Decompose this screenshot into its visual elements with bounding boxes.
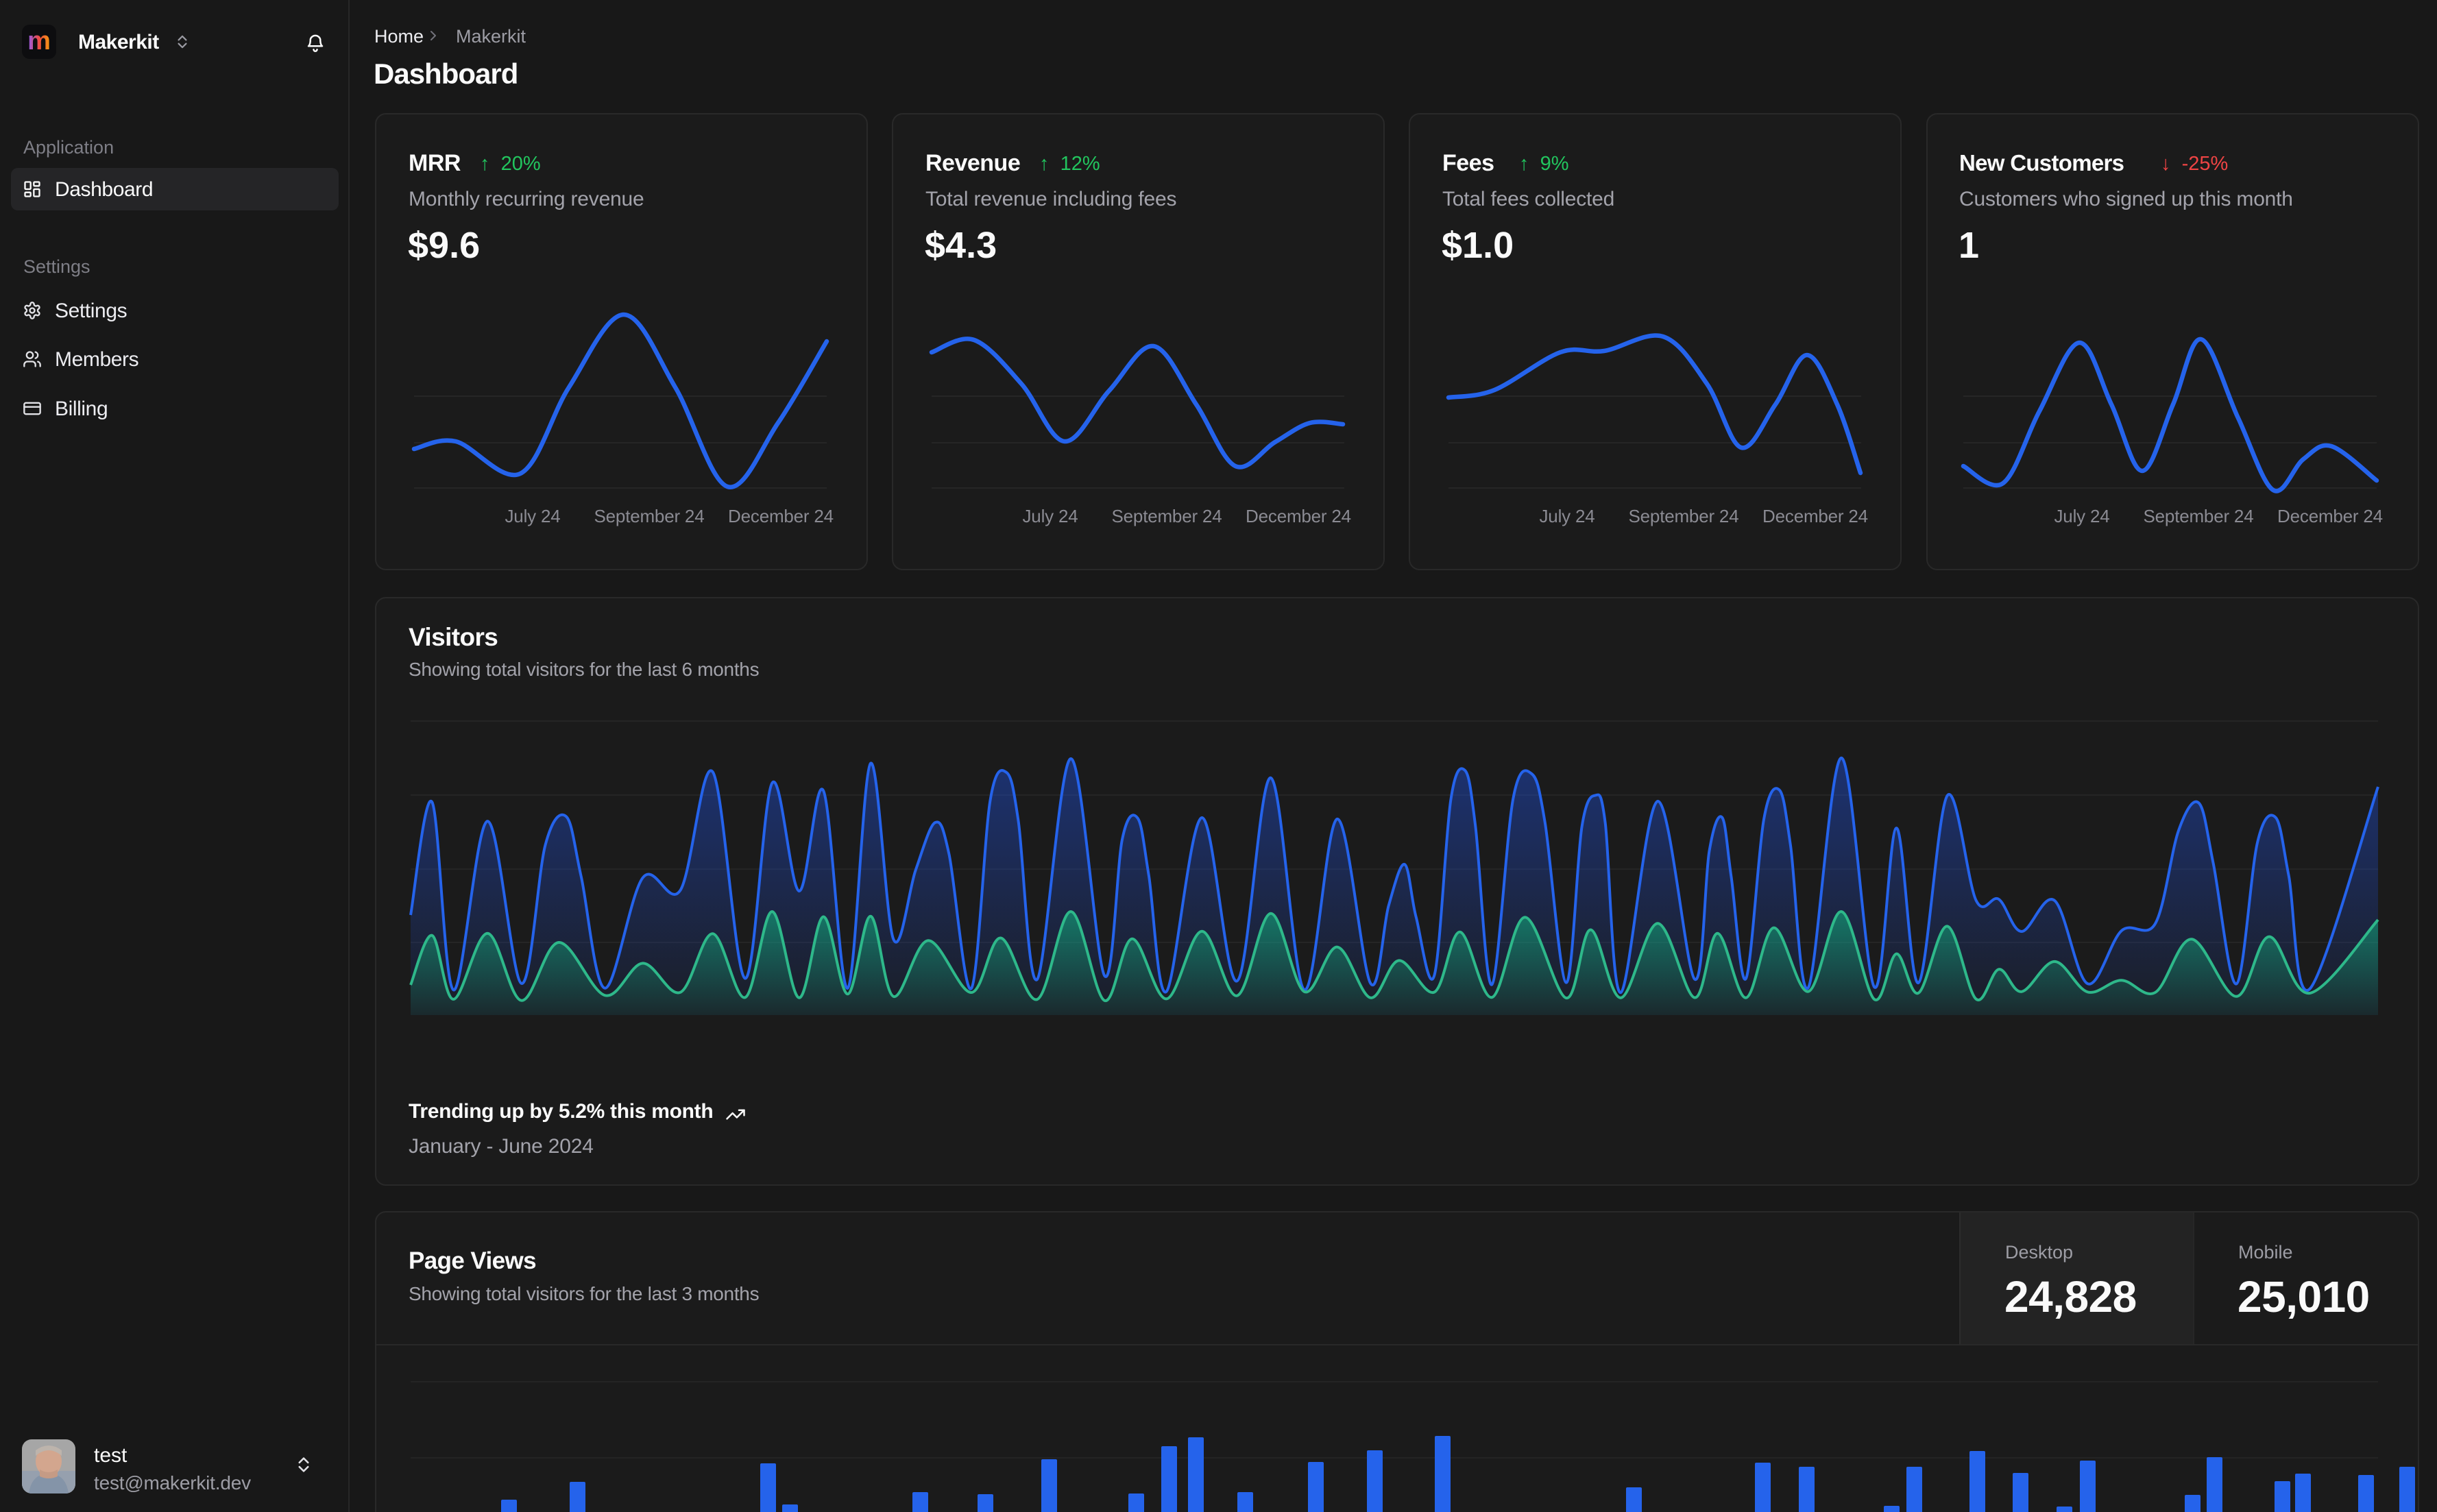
svg-text:m: m <box>27 27 51 56</box>
